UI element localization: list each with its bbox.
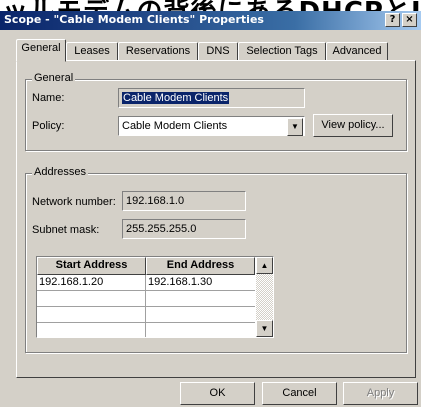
tab-general[interactable]: General (16, 39, 66, 62)
tab-dns[interactable]: DNS (198, 42, 238, 61)
network-number-label: Network number: (32, 196, 116, 208)
address-range-table[interactable]: Start Address End Address 192.168.1.20 1… (36, 256, 274, 338)
help-button[interactable]: ? (385, 13, 400, 27)
column-divider (145, 275, 146, 337)
general-group: General Name: Cable Modem Clients Policy… (25, 72, 407, 151)
subnet-mask-field[interactable]: 255.255.255.0 (122, 219, 246, 239)
chevron-up-icon[interactable]: ▲ (256, 257, 273, 274)
chevron-down-icon[interactable]: ▼ (287, 118, 303, 136)
policy-value: Cable Modem Clients (122, 120, 228, 132)
table-row[interactable]: 192.168.1.20 192.168.1.30 (37, 275, 255, 291)
window-title: Scope - "Cable Modem Clients" Properties (4, 13, 264, 26)
policy-label: Policy: (32, 120, 65, 132)
subnet-mask-label: Subnet mask: (32, 224, 100, 236)
addresses-group: Addresses Network number: 192.168.1.0 Su… (25, 166, 407, 353)
policy-select[interactable]: Cable Modem Clients ▼ (118, 116, 305, 136)
tab-leases[interactable]: Leases (66, 42, 118, 61)
table-scrollbar[interactable]: ▲ ▼ (256, 257, 273, 337)
name-label: Name: (32, 92, 65, 104)
column-header-end[interactable]: End Address (146, 257, 255, 275)
table-row[interactable] (37, 291, 255, 307)
properties-dialog: Scope - "Cable Modem Clients" Properties… (0, 11, 421, 407)
title-bar[interactable]: Scope - "Cable Modem Clients" Properties… (0, 11, 421, 30)
column-header-start[interactable]: Start Address (37, 257, 146, 275)
tab-panel-general: General Name: Cable Modem Clients Policy… (16, 60, 416, 378)
end-address-cell: 192.168.1.30 (148, 276, 213, 288)
close-button[interactable]: × (402, 13, 417, 27)
table-row[interactable] (37, 307, 255, 323)
name-value: Cable Modem Clients (122, 92, 230, 104)
tab-selection-tags[interactable]: Selection Tags (238, 42, 326, 61)
network-number-field[interactable]: 192.168.1.0 (122, 191, 246, 211)
tab-advanced[interactable]: Advanced (326, 42, 388, 61)
addresses-group-label: Addresses (32, 166, 88, 178)
start-address-cell: 192.168.1.20 (39, 276, 104, 288)
tab-reservations[interactable]: Reservations (118, 42, 198, 61)
ok-button[interactable]: OK (180, 382, 255, 405)
table-row[interactable] (37, 323, 255, 337)
cancel-button[interactable]: Cancel (262, 382, 337, 405)
general-group-label: General (32, 72, 76, 84)
view-policy-button[interactable]: View policy... (313, 114, 393, 137)
apply-button[interactable]: Apply (343, 382, 418, 405)
chevron-down-icon[interactable]: ▼ (256, 320, 273, 337)
name-field[interactable]: Cable Modem Clients (118, 88, 305, 108)
